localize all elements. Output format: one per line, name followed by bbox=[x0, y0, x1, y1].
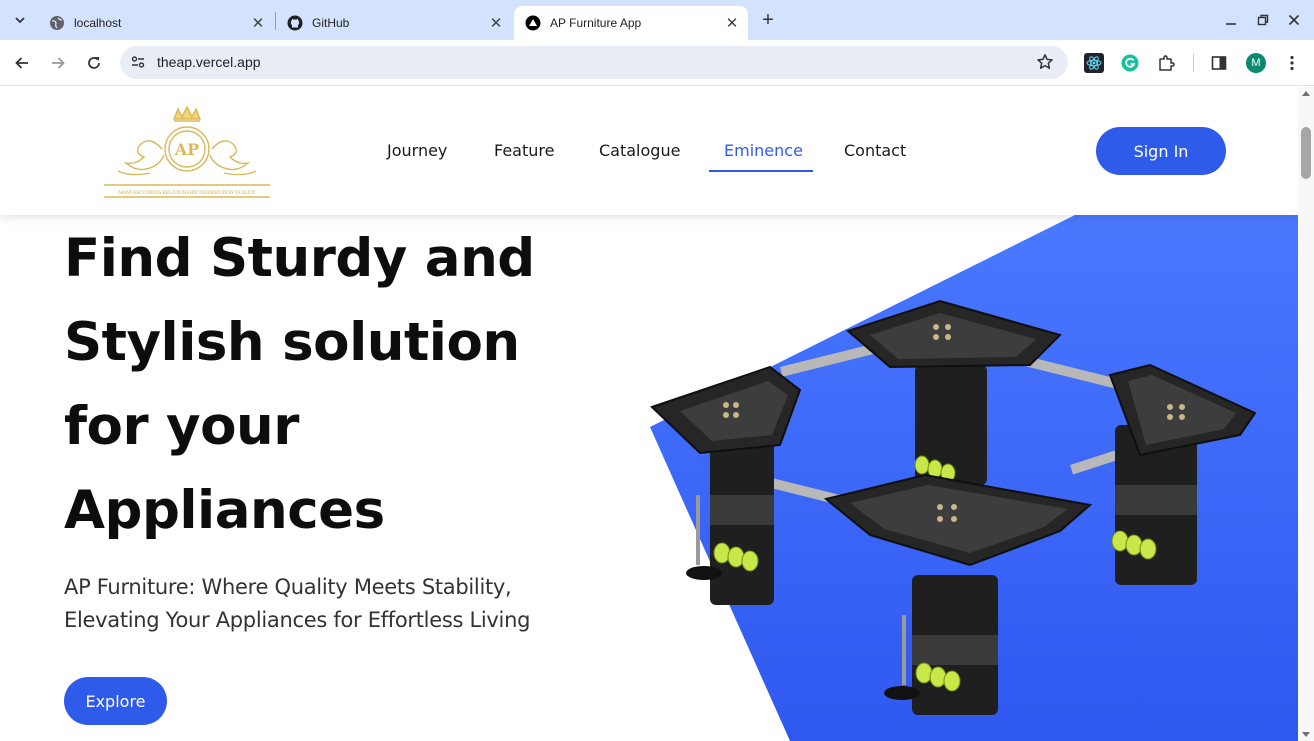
scroll-up-arrow-icon[interactable] bbox=[1302, 91, 1310, 96]
minimize-icon[interactable] bbox=[1221, 10, 1241, 30]
active-nav-underline bbox=[709, 170, 813, 172]
hero-title-line: for your bbox=[64, 396, 299, 457]
hero-subtitle-line: AP Furniture: Where Quality Meets Stabil… bbox=[64, 575, 512, 599]
hero-title-line: Appliances bbox=[64, 480, 385, 541]
nav-catalogue[interactable]: Catalogue bbox=[599, 141, 680, 160]
close-icon[interactable]: ✕ bbox=[486, 13, 506, 33]
explore-button[interactable]: Explore bbox=[64, 677, 167, 725]
tab-search-button[interactable] bbox=[8, 8, 32, 32]
arrow-left-icon bbox=[15, 57, 28, 69]
hero-subtitle-line: Elevating Your Appliances for Effortless… bbox=[64, 608, 531, 632]
nav-contact[interactable]: Contact bbox=[844, 141, 906, 160]
page-viewport: AP MANUFACTURING RELATIONSHIP DISTRIBUTI… bbox=[0, 87, 1298, 741]
chevron-down-icon bbox=[15, 17, 25, 24]
url-text: theap.vercel.app bbox=[157, 54, 261, 70]
nav-journey[interactable]: Journey bbox=[387, 141, 447, 160]
window-close-icon[interactable] bbox=[1284, 10, 1304, 30]
hero-title-line: Stylish solution bbox=[64, 312, 520, 373]
tab-title: AP Furniture App bbox=[550, 16, 642, 30]
nav-eminence[interactable]: Eminence bbox=[724, 141, 803, 160]
side-panel-icon[interactable] bbox=[1208, 52, 1230, 74]
arrow-right-icon bbox=[52, 57, 65, 69]
ap-logo[interactable]: AP MANUFACTURING RELATIONSHIP DISTRIBUTI… bbox=[100, 105, 274, 201]
appliance-stand-image bbox=[650, 299, 1257, 715]
bookmark-star-icon[interactable] bbox=[1035, 52, 1055, 72]
logo-tagline: MANUFACTURING RELATIONSHIP DISTRIBUTION … bbox=[119, 191, 256, 196]
address-bar[interactable]: theap.vercel.app bbox=[120, 46, 1068, 79]
close-icon[interactable]: ✕ bbox=[248, 13, 268, 33]
close-icon[interactable]: ✕ bbox=[722, 13, 742, 33]
globe-icon bbox=[49, 15, 65, 31]
scrollbar-thumb[interactable] bbox=[1301, 127, 1311, 179]
profile-avatar[interactable]: M bbox=[1246, 53, 1266, 73]
tab-title: GitHub bbox=[312, 16, 350, 30]
react-devtools-icon[interactable] bbox=[1083, 52, 1105, 74]
logo-monogram: AP bbox=[174, 140, 199, 159]
hero-title: Find Sturdy and Stylish solution for you… bbox=[64, 217, 624, 553]
reload-button[interactable] bbox=[82, 51, 106, 75]
tab-strip: localhost ✕ GitHub ✕ AP Furniture App ✕ … bbox=[0, 0, 1314, 40]
extensions-puzzle-icon[interactable] bbox=[1155, 52, 1177, 74]
hero-subtitle: AP Furniture: Where Quality Meets Stabil… bbox=[64, 571, 564, 637]
scroll-down-arrow-icon[interactable] bbox=[1302, 732, 1310, 737]
site-info-icon[interactable] bbox=[129, 53, 147, 71]
vercel-triangle-icon bbox=[525, 15, 541, 31]
page-scrollbar[interactable] bbox=[1298, 87, 1314, 741]
new-tab-button[interactable]: + bbox=[757, 9, 779, 31]
tab-ap-furniture[interactable]: AP Furniture App ✕ bbox=[514, 6, 748, 40]
sign-in-button[interactable]: Sign In bbox=[1096, 127, 1226, 175]
restore-icon[interactable] bbox=[1253, 10, 1273, 30]
back-button[interactable] bbox=[10, 51, 34, 75]
tab-github[interactable]: GitHub ✕ bbox=[276, 6, 512, 40]
hero-title-line: Find Sturdy and bbox=[64, 228, 535, 289]
reload-icon bbox=[88, 57, 100, 69]
more-menu-icon[interactable] bbox=[1281, 52, 1303, 74]
github-icon bbox=[287, 15, 303, 31]
toolbar-divider bbox=[1193, 54, 1194, 72]
nav-feature[interactable]: Feature bbox=[494, 141, 554, 160]
tab-localhost[interactable]: localhost ✕ bbox=[38, 6, 274, 40]
tab-title: localhost bbox=[74, 16, 122, 30]
browser-toolbar: theap.vercel.app M bbox=[0, 40, 1314, 86]
site-header: AP MANUFACTURING RELATIONSHIP DISTRIBUTI… bbox=[0, 87, 1298, 215]
forward-button[interactable] bbox=[46, 51, 70, 75]
grammarly-icon[interactable] bbox=[1119, 52, 1141, 74]
